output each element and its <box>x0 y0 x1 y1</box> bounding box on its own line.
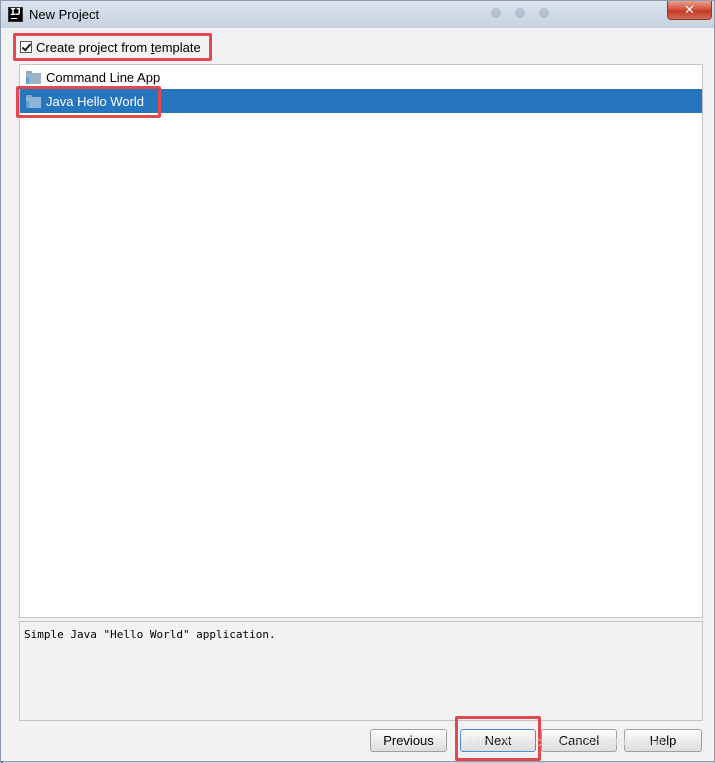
template-item-java-hello-world[interactable]: Java Hello World <box>20 89 702 113</box>
create-from-template-checkbox[interactable] <box>20 41 32 53</box>
title-bar[interactable]: IJ New Project ✕ <box>1 1 714 28</box>
app-icon-text: IJ <box>10 7 21 18</box>
template-item-label: Command Line App <box>46 69 161 85</box>
close-button[interactable]: ✕ <box>667 1 712 20</box>
template-description-text: Simple Java "Hello World" application. <box>24 628 276 641</box>
ghost-control-icon <box>515 8 525 18</box>
create-from-template-label[interactable]: Create project from template <box>36 40 201 55</box>
cancel-button[interactable]: Cancel <box>541 729 617 752</box>
background-window-controls <box>487 7 657 21</box>
folder-icon <box>26 94 42 108</box>
create-from-template-checkbox-row[interactable]: Create project from template <box>20 39 201 55</box>
new-project-dialog: IJ New Project ✕ Create project from tem… <box>0 0 715 763</box>
close-icon: ✕ <box>684 2 695 17</box>
folder-icon <box>26 70 42 84</box>
template-item-command-line-app[interactable]: Command Line App <box>20 65 702 89</box>
app-icon-underline <box>11 18 17 19</box>
ghost-control-icon <box>539 8 549 18</box>
ghost-control-icon <box>491 8 501 18</box>
checkmark-icon <box>21 41 32 52</box>
template-item-label: Java Hello World <box>46 93 145 109</box>
window-title: New Project <box>29 7 100 22</box>
intellij-app-icon: IJ <box>8 7 23 22</box>
label-part: Create project from <box>36 39 151 55</box>
help-button[interactable]: Help <box>624 729 702 752</box>
template-list[interactable]: Command Line App Java Hello World <box>19 64 703 618</box>
next-button[interactable]: Next <box>460 729 536 752</box>
dialog-content: Create project from template Command Lin… <box>1 28 714 761</box>
template-description-panel: Simple Java "Hello World" application. <box>19 621 703 721</box>
previous-button[interactable]: Previous <box>370 729 447 752</box>
label-part: emplate <box>154 39 201 55</box>
